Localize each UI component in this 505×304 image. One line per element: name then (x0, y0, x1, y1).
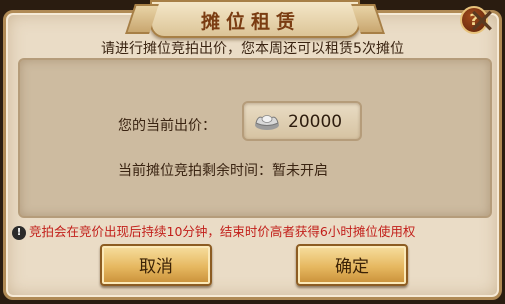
auction-notice: ! 竞拍会在竞价出现后持续10分钟，结束时价高者获得6小时摊位使用权 (12, 221, 497, 240)
cancel-button[interactable]: 取消 (100, 244, 212, 286)
current-bid-field: 20000 (242, 101, 362, 141)
title-banner: 摊位租赁 ? (150, 0, 488, 38)
auction-notice-text: 竞拍会在竞价出现后持续10分钟，结束时价高者获得6小时摊位使用权 (29, 224, 416, 239)
confirm-button[interactable]: 确定 (296, 244, 408, 286)
current-bid-label: 您的当前出价： (118, 118, 216, 134)
warning-icon: ! (12, 226, 26, 240)
dialog-title: 摊位租赁 (200, 11, 301, 33)
auction-remaining-time: 当前摊位竞拍剩余时间：暂未开启 (118, 163, 328, 179)
current-bid-value: 20000 (288, 112, 343, 132)
silver-ingot-icon (254, 111, 280, 131)
close-icon[interactable]: ✕ (466, 5, 498, 39)
rental-instructions: 请进行摊位竞拍出价，您本周还可以租赁5次摊位 (101, 41, 404, 57)
